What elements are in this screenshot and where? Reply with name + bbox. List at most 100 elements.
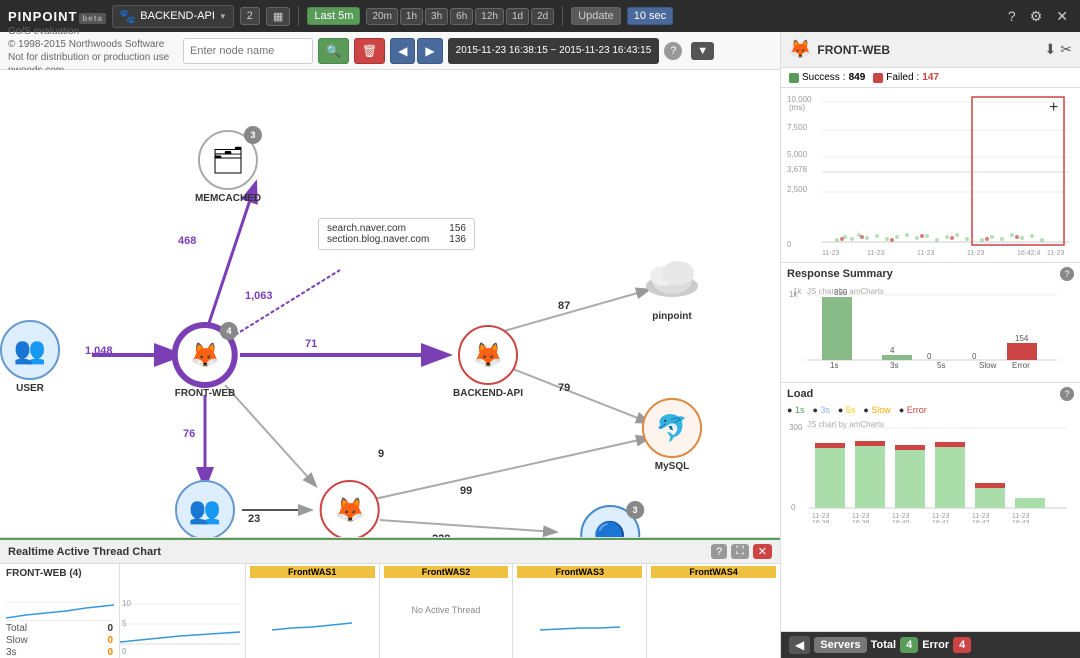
svg-text:300: 300 — [789, 423, 803, 432]
node-mysql[interactable]: 🐬 MySQL — [642, 398, 702, 472]
total-footer-label: Total — [871, 639, 896, 651]
1h-btn[interactable]: 1h — [400, 8, 423, 25]
toolbar-help-btn[interactable]: ? — [664, 42, 682, 60]
3h-btn[interactable]: 3h — [425, 8, 448, 25]
svg-text:5: 5 — [122, 619, 127, 628]
backend-api-label: BACKEND-API — [453, 388, 523, 399]
node-user1[interactable]: 👥 USER — [0, 320, 60, 394]
counter-btn[interactable]: 2 — [240, 7, 260, 25]
user2-icon-circle: 👥 — [175, 480, 235, 538]
response-summary-svg: 1k 890 4 0 0 154 1s 3s 5s Slow — [787, 285, 1057, 373]
node-arcus[interactable]: 🔵 3 ARCUS ff31ddb85e9b431c8c0e5e50a4315c… — [533, 505, 686, 538]
node-backend-api[interactable]: 🦊 BACKEND-API — [453, 325, 523, 399]
total-stat-val: 0 — [107, 623, 113, 634]
help-btn[interactable]: ? — [1004, 6, 1020, 26]
servers-badge: Servers — [814, 637, 866, 653]
1d-btn[interactable]: 1d — [506, 8, 529, 25]
right-header: 🦊 FRONT-WEB ⬇ ✂ — [781, 32, 1080, 68]
graph-area[interactable]: 468 1,063 1,048 71 76 87 79 9 99 23 228 … — [0, 70, 780, 538]
settings-btn[interactable]: ⚙ — [1026, 6, 1047, 27]
search-btn[interactable]: 🔍 — [318, 38, 349, 64]
svg-text:5,000: 5,000 — [787, 150, 808, 159]
edge-label-9: 9 — [378, 448, 384, 460]
svg-text:11-23: 11-23 — [1047, 250, 1064, 257]
update-btn[interactable]: Update — [571, 7, 620, 25]
bottom-header: Realtime Active Thread Chart ? ⛶ ✕ — [0, 540, 780, 564]
svg-text:+: + — [1049, 99, 1058, 116]
nav-arrows: ◀ ▶ — [390, 38, 442, 64]
close-btn[interactable]: ✕ — [1052, 6, 1072, 27]
svg-text:11-23: 11-23 — [852, 513, 869, 520]
search-input[interactable] — [183, 38, 313, 64]
node-user2[interactable]: 👥 USER — [175, 480, 235, 538]
memcached-badge: 3 — [244, 126, 262, 144]
was3-header: FrontWAS3 — [517, 566, 642, 578]
bottom-maximize-btn[interactable]: ⛶ — [731, 544, 749, 559]
svg-text:16:42: 16:42 — [972, 520, 990, 523]
backend-web-icon-circle: 🦊 — [320, 480, 380, 538]
node-pinpoint[interactable]: pinpoint — [642, 248, 702, 322]
svg-text:Error: Error — [1012, 361, 1030, 370]
svg-text:11-23: 11-23 — [972, 513, 989, 520]
scissors-btn[interactable]: ✂ — [1060, 41, 1072, 58]
next-btn[interactable]: ▶ — [417, 38, 442, 64]
20m-btn[interactable]: 20m — [366, 8, 397, 25]
node-backend-web[interactable]: 🦊 BACKEND-WEB — [312, 480, 389, 538]
was-column-2: FrontWAS2 No Active Thread — [380, 564, 514, 658]
bottom-help-btn[interactable]: ? — [711, 544, 727, 559]
success-count: 849 — [849, 72, 866, 83]
edge-label-87: 87 — [558, 300, 570, 312]
node-front-web[interactable]: 🦊 4 FRONT-WEB — [175, 325, 236, 399]
was2-header: FrontWAS2 — [384, 566, 509, 578]
svg-text:7,500: 7,500 — [787, 123, 808, 132]
svg-text:16:39: 16:39 — [852, 520, 870, 523]
error-count-badge: 4 — [953, 637, 971, 653]
interval-btn[interactable]: 10 sec — [627, 7, 673, 25]
2d-btn[interactable]: 2d — [531, 8, 554, 25]
total-stat-label: Total — [6, 623, 27, 634]
brand-logo: PINPOINTbeta — [8, 9, 106, 24]
svg-text:2,500: 2,500 — [787, 185, 808, 194]
prev-btn[interactable]: ◀ — [390, 38, 415, 64]
was1-header: FrontWAS1 — [250, 566, 375, 578]
svg-text:11-23: 11-23 — [967, 250, 984, 257]
svg-text:11-23: 11-23 — [867, 250, 884, 257]
last-5m-btn[interactable]: Last 5m — [307, 7, 360, 25]
callout-val2: 136 — [449, 234, 466, 245]
thread-stats: Total 0 Slow 0 3s 0 1s 0 — [6, 623, 113, 658]
failed-label: Failed — [886, 72, 913, 83]
delete-btn[interactable]: 🗑 — [354, 38, 385, 64]
svg-text:11-23: 11-23 — [932, 513, 949, 520]
node-memcached[interactable]: 🗂 3 MEMCACHED — [195, 130, 261, 204]
svg-text:(ms): (ms) — [789, 103, 805, 112]
total-count-badge: 4 — [900, 637, 918, 653]
load-help-btn[interactable]: ? — [1060, 387, 1074, 401]
12h-btn[interactable]: 12h — [475, 8, 504, 25]
thread-box-title: FRONT-WEB (4) — [6, 568, 113, 579]
svg-text:16:38: 16:38 — [812, 520, 830, 523]
left-panel: Go/S evaluation © 1998-2015 Northwoods S… — [0, 32, 780, 658]
thread-info-box: FRONT-WEB (4) Total 0 Slow — [0, 564, 120, 658]
callout-box: search.naver.com 156 section.blog.naver.… — [318, 218, 475, 250]
svg-text:11-23: 11-23 — [822, 250, 839, 257]
was4-header: FrontWAS4 — [651, 566, 776, 578]
response-bar-chart: 1k JS chart by amCharts 1k 890 4 0 0 154 — [787, 285, 1074, 375]
main-layout: Go/S evaluation © 1998-2015 Northwoods S… — [0, 32, 1080, 658]
legend-row: Success: 849 Failed: 147 — [781, 68, 1080, 88]
svg-text:10: 10 — [122, 599, 131, 608]
download-btn[interactable]: ⬇ — [1045, 41, 1057, 58]
svg-text:16:40: 16:40 — [892, 520, 910, 523]
slow-stat-val: 0 — [107, 635, 113, 646]
front-web-label: FRONT-WEB — [175, 388, 236, 399]
grid-view-btn[interactable]: ▦ — [266, 7, 290, 26]
backend-api-icon-circle: 🦊 — [458, 325, 518, 385]
footer-prev-btn[interactable]: ◀ — [789, 636, 810, 654]
svg-text:4: 4 — [890, 346, 895, 355]
pinpoint-icon-circle — [642, 248, 702, 308]
6h-btn[interactable]: 6h — [450, 8, 473, 25]
svg-text:3,678: 3,678 — [787, 165, 808, 174]
svg-text:16:43: 16:43 — [1012, 520, 1030, 523]
bottom-close-btn[interactable]: ✕ — [753, 544, 772, 559]
panel-toggle-btn[interactable]: ▼ — [691, 42, 714, 60]
response-summary-help-btn[interactable]: ? — [1060, 267, 1074, 281]
